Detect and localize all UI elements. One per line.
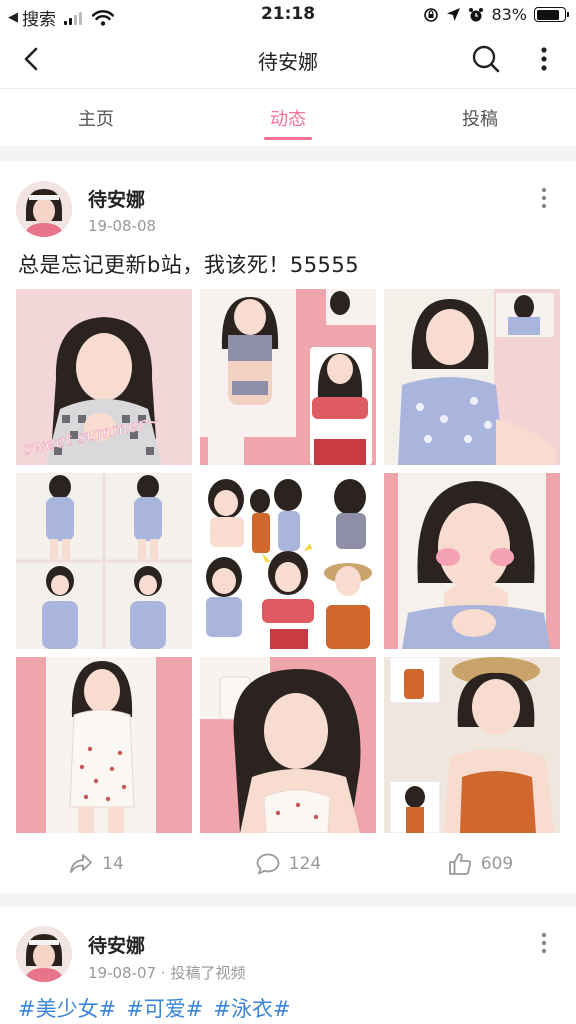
photo-thumbnail[interactable] — [200, 473, 376, 649]
location-arrow-icon — [447, 8, 461, 21]
status-back-app-label: 搜索 — [22, 10, 56, 30]
tab-submissions[interactable]: 投稿 — [384, 89, 576, 146]
author-name[interactable]: 待安娜 — [88, 931, 145, 958]
tab-dynamics[interactable]: 动态 — [192, 89, 384, 146]
photo-thumbnail[interactable]: sweet summer~ — [16, 289, 192, 465]
more-vertical-icon[interactable] — [532, 43, 556, 75]
cellular-signal-icon — [64, 11, 82, 25]
like-button[interactable]: 609 — [384, 849, 576, 879]
photo-thumbnail[interactable] — [384, 289, 560, 465]
avatar[interactable] — [16, 181, 72, 237]
battery-level-fill — [536, 9, 559, 20]
profile-tabs: 主页 动态 投稿 — [0, 88, 576, 146]
feed-post: 待安娜 19-08-08 总是忘记更新b站，我该死！55555 sweet su… — [0, 161, 576, 893]
status-right-group: 83% — [423, 5, 569, 24]
photo-thumbnail[interactable] — [200, 657, 376, 833]
post-more-icon[interactable] — [534, 930, 554, 956]
post-actions: 14 124 609 — [0, 849, 576, 879]
share-button[interactable]: 14 — [0, 849, 192, 879]
post-date: 19-08-07 — [88, 964, 157, 982]
photo-thumbnail[interactable] — [384, 657, 560, 833]
post-action-label: 投稿了视频 — [170, 964, 246, 982]
post-date: 19-08-08 — [88, 217, 157, 235]
post-meta: 19-08-07 · 投稿了视频 — [88, 962, 245, 983]
top-nav-bar: 待安娜 — [0, 30, 576, 88]
rotation-lock-icon — [424, 7, 439, 22]
post-more-icon[interactable] — [534, 185, 554, 211]
photo-grid: sweet summer~ — [16, 289, 560, 833]
topic-tag[interactable]: #可爱# — [126, 993, 203, 1023]
comment-count: 124 — [288, 854, 322, 874]
thumbs-up-icon — [448, 853, 471, 875]
wifi-icon — [92, 9, 114, 26]
share-icon — [70, 854, 93, 873]
avatar[interactable] — [16, 926, 72, 982]
feed-post: 待安娜 19-08-07 · 投稿了视频 #美少女# #可爱# #泳衣# — [0, 907, 576, 1024]
topic-tag[interactable]: #泳衣# — [213, 993, 290, 1023]
back-arrow-icon[interactable] — [16, 44, 48, 74]
comment-button[interactable]: 124 — [192, 849, 384, 879]
photo-thumbnail[interactable] — [384, 473, 560, 649]
author-name[interactable]: 待安娜 — [88, 185, 145, 212]
search-icon[interactable] — [470, 43, 502, 75]
topic-tags: #美少女# #可爱# #泳衣# — [18, 993, 291, 1023]
photo-thumbnail[interactable] — [200, 289, 376, 465]
alarm-clock-icon — [469, 7, 484, 21]
post-text: 总是忘记更新b站，我该死！55555 — [18, 253, 360, 277]
comment-icon — [256, 853, 280, 875]
status-bar: ◀ 搜索 21:18 83% — [0, 0, 576, 30]
photo-thumbnail[interactable] — [16, 473, 192, 649]
photo-thumbnail[interactable] — [16, 657, 192, 833]
battery-icon — [534, 7, 569, 22]
status-back-to-app[interactable]: ◀ 搜索 — [8, 5, 114, 30]
back-triangle-icon: ◀ — [8, 10, 18, 25]
like-count: 609 — [480, 854, 514, 874]
share-count: 14 — [102, 854, 124, 874]
tab-home[interactable]: 主页 — [0, 89, 192, 146]
topic-tag[interactable]: #美少女# — [18, 993, 116, 1023]
battery-percent: 83% — [491, 5, 527, 24]
meta-separator: · — [160, 964, 166, 982]
